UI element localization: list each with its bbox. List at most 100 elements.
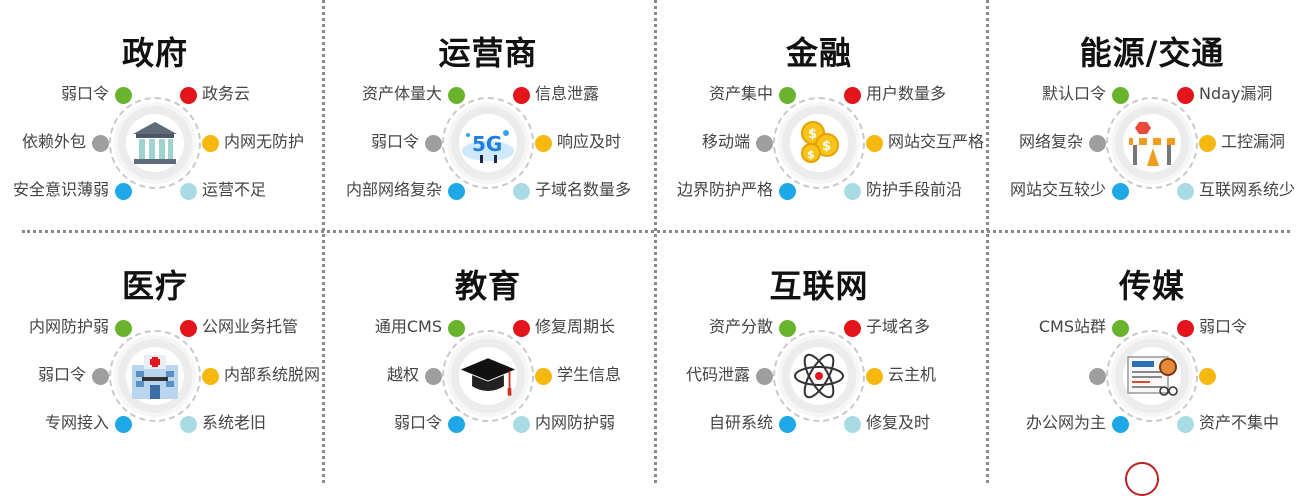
sector-title: 能源/交通 xyxy=(1079,34,1225,72)
risk-label: 学生信息 xyxy=(557,365,622,384)
status-dot-blue xyxy=(448,416,465,433)
risk-label: 网站交互较少 xyxy=(1009,180,1106,199)
status-dot-green xyxy=(448,320,465,337)
status-dot-yellow xyxy=(535,368,552,385)
risk-label: 默认口令 xyxy=(1041,84,1106,103)
risk-label: 弱口令 xyxy=(1199,317,1248,336)
risk-label: 资产集中 xyxy=(708,84,773,103)
status-dot-yellow xyxy=(866,368,883,385)
status-dot-gray xyxy=(425,135,442,152)
risk-label: 弱口令 xyxy=(60,84,109,103)
risk-label: 政务云 xyxy=(202,84,251,103)
risk-label: 工控漏洞 xyxy=(1221,132,1286,151)
risk-label: 资产体量大 xyxy=(361,84,442,103)
status-dot-red xyxy=(180,87,197,104)
gear-frame xyxy=(118,106,192,180)
newspaper-icon xyxy=(1123,347,1181,405)
risk-label: 网站交互严格 xyxy=(888,132,985,151)
status-dot-yellow xyxy=(535,135,552,152)
risk-label: Nday漏洞 xyxy=(1199,84,1273,103)
risk-label: 弱口令 xyxy=(393,413,442,432)
risk-label: 互联网系统少 xyxy=(1199,180,1296,199)
risk-label: 内部系统脱网 xyxy=(224,365,321,384)
risk-label: 专网接入 xyxy=(44,413,109,432)
status-dot-gray xyxy=(92,135,109,152)
status-dot-blue xyxy=(779,416,796,433)
status-dot-green xyxy=(779,320,796,337)
svg-text:$: $ xyxy=(808,127,817,142)
risk-label: 内网无防护 xyxy=(224,132,305,151)
risk-label: 网络复杂 xyxy=(1018,132,1083,151)
risk-label: 云主机 xyxy=(888,365,937,384)
status-dot-light-blue xyxy=(513,416,530,433)
sector-title: 政府 xyxy=(121,34,188,72)
graduation-cap-icon xyxy=(459,347,517,405)
status-dot-red xyxy=(180,320,197,337)
risk-label: 子域名数量多 xyxy=(535,180,632,199)
status-dot-green xyxy=(448,87,465,104)
risk-label: 通用CMS xyxy=(374,317,442,336)
gear-frame xyxy=(118,339,192,413)
risk-label: 代码泄露 xyxy=(685,365,750,384)
risk-label: CMS站群 xyxy=(1038,317,1106,336)
status-dot-green xyxy=(115,87,132,104)
status-dot-yellow xyxy=(1199,135,1216,152)
status-dot-gray xyxy=(92,368,109,385)
status-dot-light-blue xyxy=(513,183,530,200)
risk-label: 修复及时 xyxy=(866,413,931,432)
status-dot-light-blue xyxy=(1177,183,1194,200)
status-dot-gray xyxy=(1089,135,1106,152)
sector-title: 医疗 xyxy=(121,267,188,305)
status-dot-red xyxy=(513,320,530,337)
status-dot-gray xyxy=(756,368,773,385)
risk-label: 系统老旧 xyxy=(202,413,267,432)
status-dot-green xyxy=(1112,320,1129,337)
status-dot-red xyxy=(844,87,861,104)
status-dot-gray xyxy=(756,135,773,152)
status-dot-green xyxy=(1112,87,1129,104)
play-button[interactable] xyxy=(1125,462,1159,496)
risk-label: 内网防护弱 xyxy=(535,413,616,432)
status-dot-yellow xyxy=(202,135,219,152)
status-dot-green xyxy=(779,87,796,104)
status-dot-light-blue xyxy=(180,416,197,433)
svg-text:$: $ xyxy=(822,139,831,154)
status-dot-blue xyxy=(1112,416,1129,433)
risk-label: 运营不足 xyxy=(202,180,267,199)
status-dot-light-blue xyxy=(844,183,861,200)
status-dot-blue xyxy=(448,183,465,200)
status-dot-light-blue xyxy=(1177,416,1194,433)
risk-label: 内部网络复杂 xyxy=(345,180,442,199)
svg-text:5G: 5G xyxy=(472,132,502,156)
risk-label: 子域名多 xyxy=(866,317,931,336)
sector-title: 运营商 xyxy=(438,34,538,72)
risk-label: 弱口令 xyxy=(37,365,86,384)
status-dot-yellow xyxy=(866,135,883,152)
risk-label: 资产不集中 xyxy=(1199,413,1280,432)
gear-frame: 5G xyxy=(451,106,525,180)
status-dot-light-blue xyxy=(844,416,861,433)
risk-label: 修复周期长 xyxy=(535,317,616,336)
gold-coins-icon: $ $ $ xyxy=(790,114,848,172)
risk-label: 安全意识薄弱 xyxy=(12,180,109,199)
risk-label: 响应及时 xyxy=(557,132,622,151)
status-dot-blue xyxy=(115,183,132,200)
risk-label: 信息泄露 xyxy=(535,84,600,103)
status-dot-red xyxy=(1177,87,1194,104)
svg-text:$: $ xyxy=(807,148,815,161)
status-dot-yellow xyxy=(1199,368,1216,385)
risk-label: 依赖外包 xyxy=(21,132,86,151)
status-dot-red xyxy=(844,320,861,337)
risk-label: 越权 xyxy=(386,365,419,384)
road-barrier-icon xyxy=(1123,114,1181,172)
risk-label: 防护手段前沿 xyxy=(866,180,963,199)
status-dot-gray xyxy=(425,368,442,385)
government-building-icon xyxy=(126,114,184,172)
status-dot-red xyxy=(513,87,530,104)
5g-network-icon: 5G xyxy=(459,114,517,172)
risk-label: 资产分散 xyxy=(708,317,773,336)
gear-frame xyxy=(451,339,525,413)
risk-label: 自研系统 xyxy=(708,413,773,432)
status-dot-blue xyxy=(779,183,796,200)
risk-label: 移动端 xyxy=(701,132,750,151)
